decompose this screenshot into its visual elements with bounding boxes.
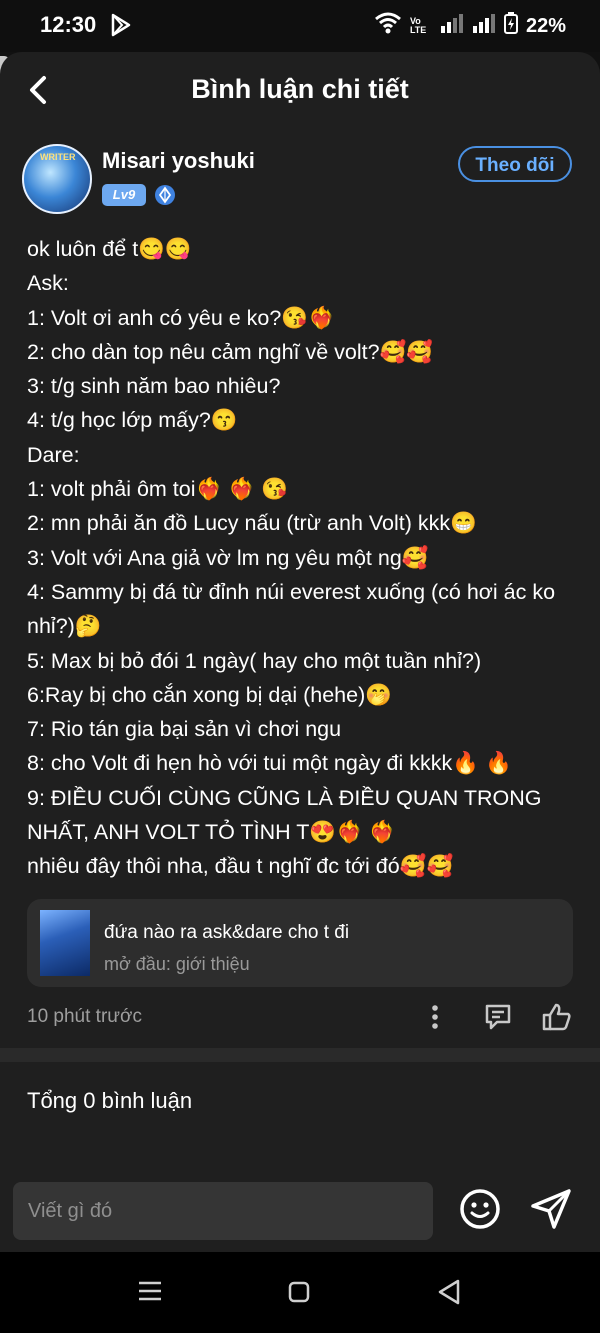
level-badge: Lv9 xyxy=(102,184,146,206)
volte-label: Vo LTE xyxy=(409,16,427,35)
comment-line: 5: Max bị bỏ đói 1 ngày( hay cho một tuầ… xyxy=(27,648,482,673)
comment-line: 2: mn phải ăn đồ Lucy nấu (trừ anh Volt)… xyxy=(27,511,477,536)
comment-timestamp: 10 phút trước xyxy=(27,1006,142,1027)
reply-icon[interactable] xyxy=(483,1002,513,1032)
comment-line: 7: Rio tán gia bại sản vì chơi ngu xyxy=(27,717,342,742)
section-divider xyxy=(0,1048,600,1062)
story-cover-thumbnail xyxy=(40,910,90,976)
nav-back-icon[interactable] xyxy=(436,1278,462,1306)
author-row: WRITER Misari yoshuki Lv9 Theo dõi xyxy=(22,144,578,214)
comment-line: ok luôn để t😋😋 xyxy=(27,237,192,261)
verified-icon xyxy=(154,184,176,206)
recent-apps-icon[interactable] xyxy=(136,1280,164,1302)
play-store-icon xyxy=(110,12,132,43)
send-icon[interactable] xyxy=(528,1186,574,1232)
battery-icon xyxy=(503,12,518,40)
status-time: 12:30 xyxy=(40,12,97,37)
comment-line: 3: Volt với Ana giả vờ lm ng yêu một ng🥰 xyxy=(27,545,429,570)
battery-percent: 22% xyxy=(525,14,566,37)
comment-line: 6:Ray bị cho cắn xong bị dại (hehe)🤭 xyxy=(27,682,393,707)
status-bar: 12:30 Vo LTE 22% xyxy=(0,0,600,52)
comment-line: 4: Sammy bị đá từ đỉnh núi everest xuống… xyxy=(27,579,556,639)
comment-line: 4: t/g học lớp mấy?😙 xyxy=(27,408,238,433)
comment-input[interactable] xyxy=(13,1182,433,1240)
comment-line: 1: volt phải ôm toi❤️‍🔥 ❤️‍🔥 😘 xyxy=(27,477,288,502)
story-title: đứa nào ra ask&dare cho t đi xyxy=(104,922,350,943)
system-navigation-bar xyxy=(0,1252,600,1333)
compose-bar xyxy=(0,1168,600,1252)
comment-line: Ask: xyxy=(27,271,69,296)
comment-detail-sheet: Bình luận chi tiết WRITER Misari yoshuki… xyxy=(0,52,600,1252)
comment-line: 2: cho dàn top nêu cảm nghĩ về volt?🥰🥰 xyxy=(27,339,434,364)
follow-button[interactable]: Theo dõi xyxy=(458,146,572,182)
emoji-icon[interactable] xyxy=(459,1188,501,1230)
story-link-card[interactable]: đứa nào ra ask&dare cho t đi mở đầu: giớ… xyxy=(27,899,573,987)
signal-icon-2 xyxy=(472,13,496,39)
comment-line: 9: ĐIỀU CUỐI CÙNG CŨNG LÀ ĐIỀU QUAN TRON… xyxy=(27,785,542,845)
comment-line: 3: t/g sinh năm bao nhiêu? xyxy=(27,374,281,399)
story-chapter: mở đầu: giới thiệu xyxy=(104,954,250,974)
like-icon[interactable] xyxy=(541,1002,573,1032)
avatar[interactable]: WRITER xyxy=(22,144,92,214)
wifi-icon xyxy=(374,12,402,40)
comment-line: 1: Volt ơi anh có yêu e ko?😘❤️‍🔥 xyxy=(27,305,335,330)
comment-body: ok luôn để t😋😋 Ask: 1: Volt ơi anh có yê… xyxy=(27,232,577,884)
page-title: Bình luận chi tiết xyxy=(191,74,409,104)
comment-line: nhiêu đây thôi nha, đầu t nghĩ đc tới đó… xyxy=(27,854,454,879)
comment-line: Dare: xyxy=(27,442,80,467)
home-icon[interactable] xyxy=(287,1280,311,1304)
signal-icon xyxy=(440,13,464,39)
comment-meta: 10 phút trước xyxy=(27,1002,573,1032)
header: Bình luận chi tiết xyxy=(0,52,600,132)
more-options-icon[interactable] xyxy=(423,1002,447,1032)
author-name[interactable]: Misari yoshuki xyxy=(102,148,255,174)
comment-line: 8: cho Volt đi hẹn hò với tui một ngày đ… xyxy=(27,751,512,776)
total-comments-label: Tổng 0 bình luận xyxy=(27,1088,193,1113)
avatar-badge: WRITER xyxy=(40,152,76,162)
